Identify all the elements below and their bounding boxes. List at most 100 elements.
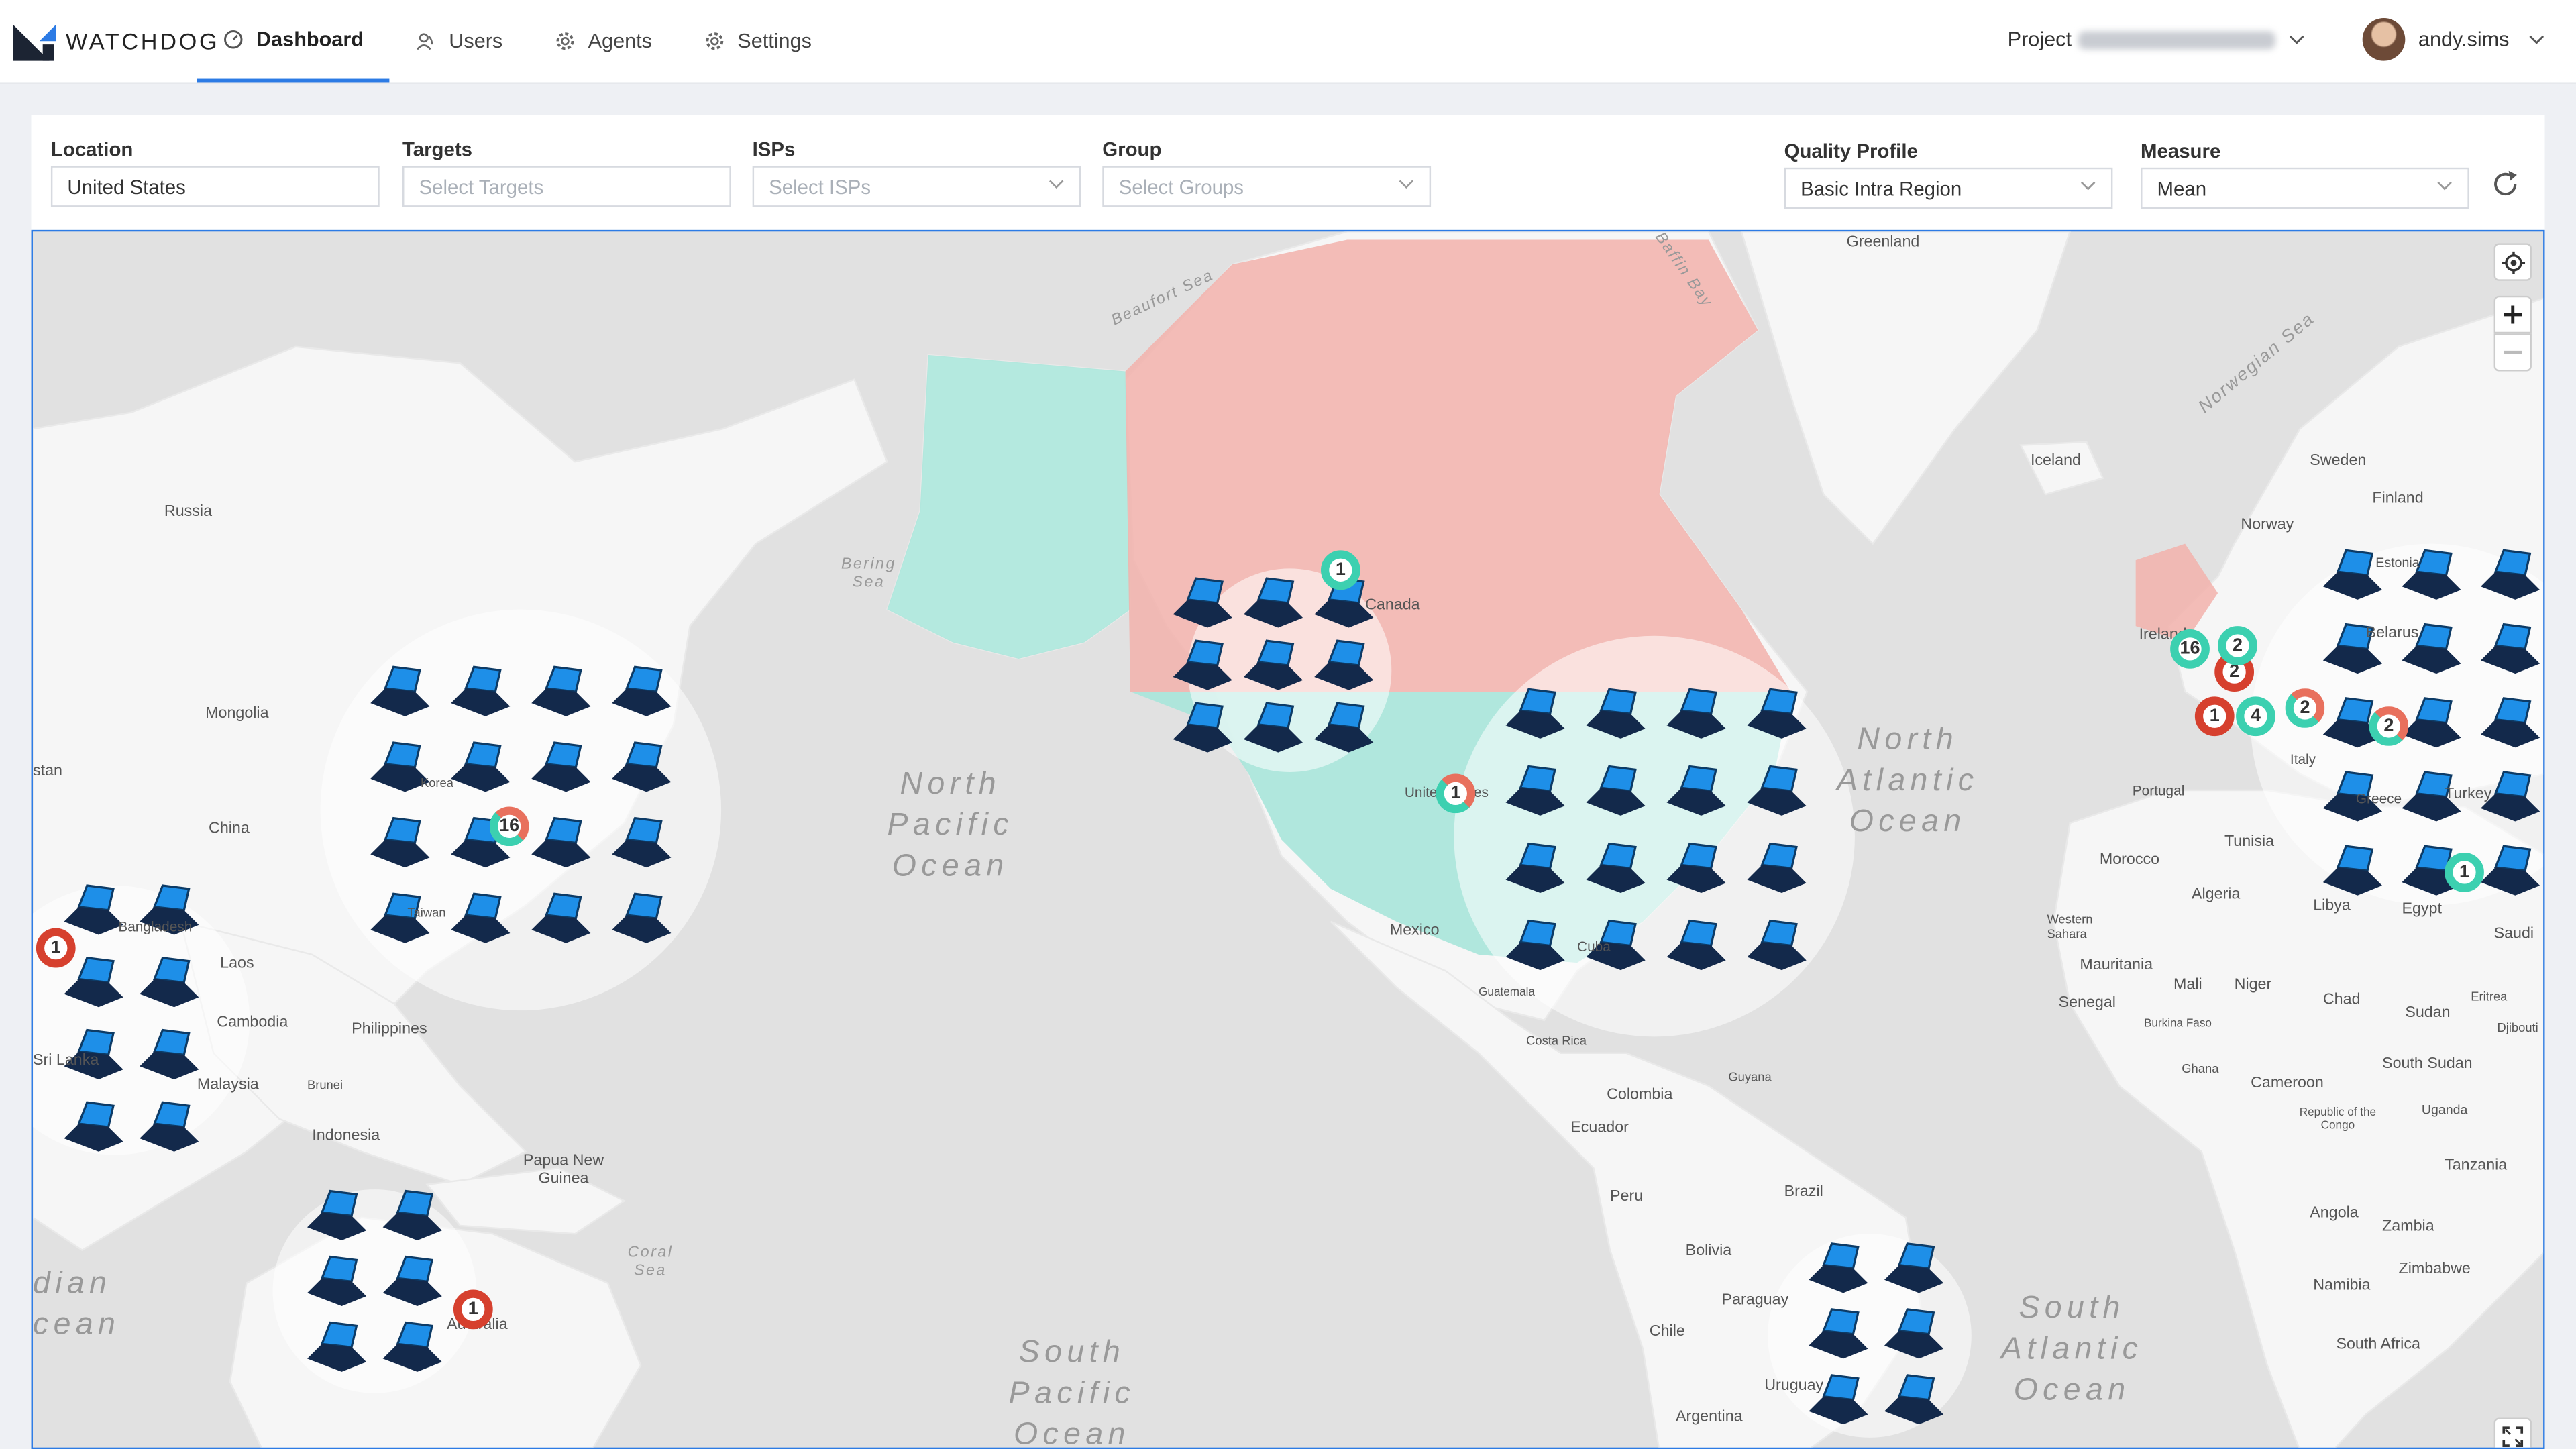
location-input[interactable]: United States	[50, 166, 380, 207]
cluster-marker[interactable]: 16	[489, 806, 529, 847]
country-label: Portugal	[2132, 782, 2185, 799]
country-label: Canada	[1365, 596, 1420, 614]
cluster-marker[interactable]: 1	[453, 1289, 493, 1330]
cluster-marker[interactable]: 1	[1436, 773, 1476, 814]
country-label: Republic of the Congo	[2299, 1107, 2377, 1132]
chevron-down-icon	[1399, 180, 1414, 189]
country-label: Colombia	[1607, 1085, 1673, 1104]
watchdog-logo[interactable]: WATCHDOG	[13, 16, 220, 65]
cluster-marker[interactable]: 4	[2236, 696, 2275, 737]
tab-settings-label: Settings	[737, 30, 812, 53]
tab-settings[interactable]: Settings	[678, 0, 838, 82]
country-label: Eritrea	[2471, 989, 2508, 1004]
chevron-down-icon	[2080, 181, 2096, 191]
ocean-label: dian cean	[32, 1267, 121, 1342]
country-label: Peru	[1610, 1187, 1644, 1206]
map-base-layer	[32, 231, 2544, 1448]
tab-agents-label: Agents	[588, 30, 652, 53]
ocean-label: North Atlantic Ocean	[1836, 722, 1979, 840]
quality-profile-select[interactable]: Basic Intra Region	[1784, 167, 2113, 209]
crosshair-icon	[2501, 250, 2524, 274]
country-label: Chad	[2322, 990, 2361, 1009]
cluster-marker[interactable]: 1	[1320, 550, 1360, 590]
country-label: Argentina	[1675, 1407, 1743, 1426]
country-label: Burkina Faso	[2143, 1018, 2212, 1030]
country-label: Western Sahara	[2047, 912, 2093, 942]
gear-icon	[706, 32, 723, 50]
country-label: Malaysia	[197, 1076, 259, 1095]
tab-users-label: Users	[449, 30, 503, 53]
country-label: Sri Lanka	[32, 1051, 99, 1070]
tab-users[interactable]: Users	[390, 0, 529, 82]
cluster-marker[interactable]: 16	[2170, 629, 2210, 669]
users-icon	[417, 33, 434, 50]
zoom-in-button[interactable]	[2493, 295, 2532, 334]
world-map[interactable]: Greenland Russia Mongolia China Korea Ta…	[31, 229, 2545, 1449]
cluster-marker[interactable]: 2	[2285, 688, 2325, 728]
country-label: Mali	[2174, 975, 2202, 994]
username: andy.sims	[2418, 28, 2510, 51]
user-menu[interactable]: andy.sims	[2362, 0, 2546, 79]
country-label: Cuba	[1577, 938, 1611, 955]
measure-select[interactable]: Mean	[2141, 167, 2469, 209]
country-label: South Sudan	[2382, 1055, 2473, 1073]
project-selector[interactable]: Project	[2008, 0, 2305, 79]
country-label: Belarus	[2365, 624, 2419, 643]
sea-label: Bering Sea	[841, 555, 896, 592]
tab-agents[interactable]: Agents	[529, 0, 678, 82]
country-label: Chile	[1649, 1322, 1685, 1341]
country-label: Tunisia	[2224, 833, 2275, 851]
zoom-out-button[interactable]	[2493, 333, 2532, 372]
chevron-down-icon	[2289, 34, 2304, 44]
watchdog-logo-icon	[13, 24, 56, 61]
cluster-marker[interactable]: 1	[2194, 696, 2235, 737]
measure-value: Mean	[2157, 176, 2207, 200]
locate-button[interactable]	[2493, 243, 2532, 281]
fullscreen-button[interactable]	[2493, 1417, 2532, 1448]
quality-profile-value: Basic Intra Region	[1801, 176, 1962, 200]
tab-dashboard[interactable]: Dashboard	[197, 0, 390, 83]
expand-icon	[2502, 1426, 2524, 1447]
country-label: Sweden	[2310, 451, 2367, 470]
group-label: Group	[1102, 138, 1162, 162]
country-label: Uganda	[2421, 1102, 2468, 1118]
country-label: Saudi	[2493, 924, 2534, 943]
project-label: Project	[2007, 28, 2072, 51]
measure-filter: Measure Mean	[2141, 140, 2469, 209]
country-label: Turkey	[2445, 785, 2492, 804]
ocean-label: South Atlantic Ocean	[2000, 1291, 2143, 1408]
country-label: Senegal	[2058, 994, 2116, 1012]
country-label: Cameroon	[2251, 1074, 2324, 1093]
country-label: Ghana	[2182, 1061, 2219, 1077]
country-label: Costa Rica	[1526, 1033, 1587, 1049]
cluster-marker[interactable]: 2	[2218, 626, 2257, 665]
country-label: Paraguay	[1721, 1291, 1789, 1309]
country-label: Philippines	[352, 1020, 427, 1038]
country-label: South Africa	[2336, 1336, 2420, 1354]
refresh-icon[interactable]	[2489, 168, 2522, 201]
measure-label: Measure	[2141, 140, 2221, 163]
country-label: Algeria	[2191, 885, 2241, 904]
country-label: Brazil	[1784, 1183, 1823, 1201]
group-select[interactable]: Select Groups	[1102, 166, 1432, 207]
minus-icon	[2504, 350, 2522, 354]
country-label: Iceland	[2030, 451, 2082, 470]
isps-label: ISPs	[752, 138, 796, 162]
country-label: Tanzania	[2445, 1157, 2508, 1175]
cluster-marker[interactable]: 2	[2369, 706, 2409, 746]
chevron-down-icon	[2530, 34, 2544, 44]
cluster-marker[interactable]: 1	[36, 928, 76, 968]
isps-select[interactable]: Select ISPs	[752, 166, 1081, 207]
cluster-marker[interactable]: 1	[2445, 853, 2484, 892]
gear-icon	[556, 32, 574, 50]
main-nav: Dashboard Users Agents Settings	[197, 0, 838, 83]
country-label: Uruguay	[1764, 1377, 1824, 1395]
country-label: Mauritania	[2080, 956, 2153, 975]
country-label: Guyana	[1728, 1069, 1772, 1085]
dashboard-panel: Location United States Targets Select Ta…	[31, 115, 2545, 1449]
location-filter: Location United States	[50, 138, 380, 207]
targets-label: Targets	[402, 138, 473, 162]
targets-input[interactable]: Select Targets	[402, 166, 731, 207]
country-label: Brunei	[307, 1077, 343, 1093]
project-name-redacted	[2078, 30, 2275, 49]
